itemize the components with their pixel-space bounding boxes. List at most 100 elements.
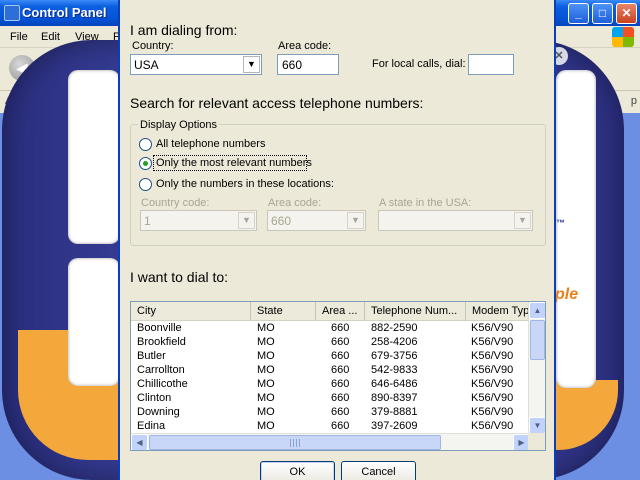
table-row[interactable]: Clinton MO 660 890-8397 K56/V90 (131, 392, 531, 406)
area-code-field[interactable]: 660 (277, 54, 339, 75)
area-code-cell: 660 (331, 378, 350, 390)
state-cell: MO (257, 364, 275, 376)
state-cell: MO (257, 336, 275, 348)
state-select: ▼ (378, 210, 533, 231)
chevron-down-icon: ▼ (514, 212, 531, 229)
dial-to-heading: I want to dial to: (130, 269, 229, 285)
modem-type-cell: K56/V90 (471, 378, 514, 390)
scroll-down-icon[interactable]: ▼ (529, 417, 545, 434)
access-numbers-list[interactable]: City State Area ... Telephone Num... Mod… (130, 301, 546, 451)
table-row[interactable]: Chillicothe MO 660 646-6486 K56/V90 (131, 378, 531, 392)
list-body: Boonville MO 660 882-2590 K56/V90 Brookfield M… (131, 322, 531, 434)
ok-button[interactable]: OK (260, 461, 335, 480)
city-cell: Edina (137, 420, 166, 432)
close-button[interactable]: ✕ (616, 3, 637, 24)
state-cell: MO (257, 378, 275, 390)
radio-all-numbers[interactable]: All telephone numbers (139, 137, 339, 153)
menu-edit[interactable]: Edit (41, 31, 60, 43)
state-label: A state in the USA: (379, 197, 472, 209)
vertical-scrollbar[interactable]: ▲ ▼ (528, 302, 545, 435)
area-code-cell: 660 (331, 392, 350, 404)
modem-type-cell: K56/V90 (471, 350, 514, 362)
table-row[interactable]: Brookfield MO 660 258-4206 K56/V90 (131, 336, 531, 350)
window-title: Control Panel (22, 5, 107, 20)
radio-label: All telephone numbers (156, 138, 266, 150)
city-cell: Clinton (137, 392, 172, 404)
telephone-cell: 890-8397 (371, 392, 418, 404)
go-label[interactable]: p (631, 95, 637, 107)
country-value: USA (134, 58, 159, 72)
dialing-dialog: I am dialing from: Country: USA ▼ Area c… (118, 0, 556, 480)
dialing-from-heading: I am dialing from: (130, 22, 238, 38)
table-row[interactable]: Downing MO 660 379-8881 K56/V90 (131, 406, 531, 420)
artwork-panel (556, 70, 596, 388)
radio-button-checked[interactable] (139, 157, 152, 170)
scroll-up-icon[interactable]: ▲ (529, 302, 545, 319)
telephone-cell: 542-9833 (371, 364, 418, 376)
search-heading: Search for relevant access telephone num… (130, 95, 424, 111)
area-code-cell: 660 (331, 350, 350, 362)
radio-these-locations[interactable]: Only the numbers in these locations: (139, 177, 379, 193)
menu-file[interactable]: File (10, 31, 28, 43)
city-cell: Brookfield (137, 336, 186, 348)
country-select[interactable]: USA ▼ (130, 54, 262, 75)
modem-type-cell: K56/V90 (471, 392, 514, 404)
cancel-button[interactable]: Cancel (341, 461, 416, 480)
column-modem-type[interactable]: Modem Typ (466, 302, 531, 321)
maximize-button[interactable]: □ (592, 3, 613, 24)
chevron-down-icon[interactable]: ▼ (243, 56, 260, 73)
windows-logo-icon (612, 27, 634, 47)
radio-button[interactable] (139, 178, 152, 191)
modem-type-cell: K56/V90 (471, 406, 514, 418)
city-cell: Boonville (137, 322, 182, 334)
chevron-down-icon: ▼ (347, 212, 364, 229)
table-row[interactable]: Edina MO 660 397-2609 K56/V90 (131, 420, 531, 434)
column-area-code[interactable]: Area ... (316, 302, 365, 321)
radio-most-relevant[interactable]: Only the most relevant numbers (139, 155, 359, 172)
radio-label: Only the numbers in these locations: (156, 178, 334, 190)
chevron-down-icon: ▼ (238, 212, 255, 229)
horizontal-scrollbar[interactable]: ◀ ▶ (131, 433, 530, 450)
column-city[interactable]: City (131, 302, 251, 321)
local-calls-field[interactable] (468, 54, 514, 75)
telephone-cell: 646-6486 (371, 378, 418, 390)
vertical-scroll-thumb[interactable] (530, 320, 545, 360)
radio-button[interactable] (139, 138, 152, 151)
local-calls-label: For local calls, dial: (372, 58, 466, 70)
list-header: City State Area ... Telephone Num... Mod… (131, 302, 531, 321)
telephone-cell: 397-2609 (371, 420, 418, 432)
city-cell: Carrollton (137, 364, 185, 376)
country-code-select: 1 ▼ (140, 210, 257, 231)
area-code-cell: 660 (331, 336, 350, 348)
table-row[interactable]: Butler MO 660 679-3756 K56/V90 (131, 350, 531, 364)
telephone-cell: 882-2590 (371, 322, 418, 334)
country-code-value: 1 (144, 214, 151, 228)
filter-area-code-label: Area code: (268, 197, 322, 209)
table-row[interactable]: Boonville MO 660 882-2590 K56/V90 (131, 322, 531, 336)
state-cell: MO (257, 420, 275, 432)
column-telephone[interactable]: Telephone Num... (365, 302, 466, 321)
area-code-cell: 660 (331, 322, 350, 334)
modem-type-cell: K56/V90 (471, 336, 514, 348)
column-state[interactable]: State (251, 302, 316, 321)
filter-area-code-select: 660 ▼ (267, 210, 366, 231)
minimize-button[interactable]: _ (568, 3, 589, 24)
artwork-text: ple (555, 286, 579, 303)
scroll-grip-icon (290, 439, 300, 447)
city-cell: Butler (137, 350, 166, 362)
modem-type-cell: K56/V90 (471, 420, 514, 432)
telephone-cell: 679-3756 (371, 350, 418, 362)
filter-area-code-value: 660 (271, 214, 292, 228)
scroll-left-icon[interactable]: ◀ (131, 434, 148, 450)
telephone-cell: 258-4206 (371, 336, 418, 348)
city-cell: Chillicothe (137, 378, 188, 390)
artwork-mark: ™ (556, 218, 565, 228)
horizontal-scroll-thumb[interactable] (149, 435, 441, 450)
area-code-cell: 660 (331, 406, 350, 418)
telephone-cell: 379-8881 (371, 406, 418, 418)
table-row[interactable]: Carrollton MO 660 542-9833 K56/V90 (131, 364, 531, 378)
control-panel-icon (4, 5, 20, 21)
area-code-cell: 660 (331, 364, 350, 376)
city-cell: Downing (137, 406, 180, 418)
artwork-panel (68, 70, 120, 244)
